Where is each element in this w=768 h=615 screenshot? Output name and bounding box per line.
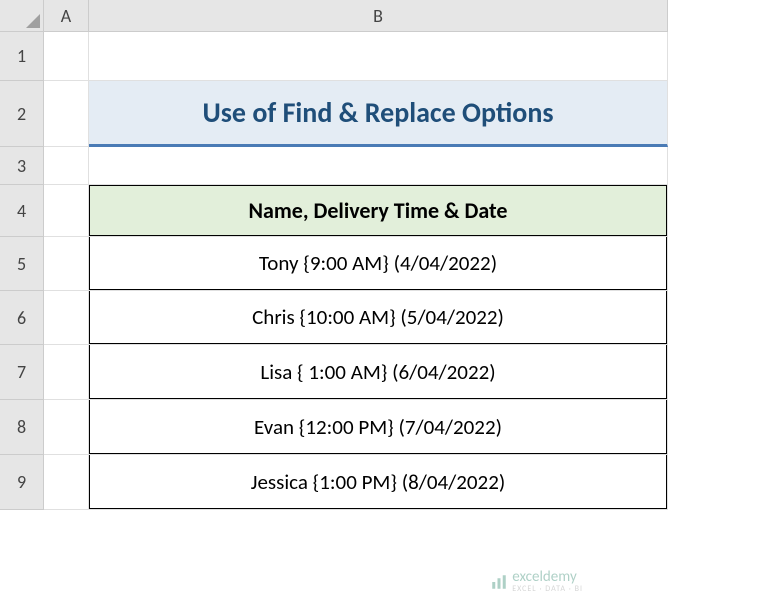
cell-A4[interactable] xyxy=(44,185,89,237)
cell-B7[interactable]: Lisa { 1:00 AM} (6/04/2022) xyxy=(89,345,668,400)
column-header-B[interactable]: B xyxy=(89,0,668,32)
cell-A5[interactable] xyxy=(44,237,89,291)
cell-A3[interactable] xyxy=(44,147,89,185)
cell-B4[interactable]: Name, Delivery Time & Date xyxy=(89,185,668,237)
cell-B2-title[interactable]: Use of Find & Replace Options xyxy=(89,81,668,147)
cell-A1[interactable] xyxy=(44,32,89,81)
cell-B3[interactable] xyxy=(89,147,668,185)
cell-B1[interactable] xyxy=(89,32,668,81)
row-header-6[interactable]: 6 xyxy=(0,291,44,345)
cell-B5[interactable]: Tony {9:00 AM} (4/04/2022) xyxy=(89,237,668,291)
table-row: Jessica {1:00 PM} (8/04/2022) xyxy=(89,455,667,509)
cell-A8[interactable] xyxy=(44,400,89,455)
row-header-2[interactable]: 2 xyxy=(0,81,44,147)
cell-A6[interactable] xyxy=(44,291,89,345)
row-header-9[interactable]: 9 xyxy=(0,455,44,510)
cell-A2[interactable] xyxy=(44,81,89,147)
cell-A7[interactable] xyxy=(44,345,89,400)
row-header-1[interactable]: 1 xyxy=(0,32,44,81)
page-title: Use of Find & Replace Options xyxy=(202,95,553,130)
cell-A9[interactable] xyxy=(44,455,89,510)
cell-B9[interactable]: Jessica {1:00 PM} (8/04/2022) xyxy=(89,455,668,510)
watermark-text-block: exceldemy EXCEL · DATA · BI xyxy=(512,570,583,593)
table-row: Tony {9:00 AM} (4/04/2022) xyxy=(89,237,667,290)
watermark-brand: exceldemy xyxy=(512,570,583,585)
table-row: Chris {10:00 AM} (5/04/2022) xyxy=(89,291,667,344)
watermark-tagline: EXCEL · DATA · BI xyxy=(512,585,583,593)
row-header-7[interactable]: 7 xyxy=(0,345,44,400)
spreadsheet-grid: A B 1 2 Use of Find & Replace Options 3 … xyxy=(0,0,768,510)
row-header-8[interactable]: 8 xyxy=(0,400,44,455)
watermark: exceldemy EXCEL · DATA · BI xyxy=(490,570,583,593)
cell-B8[interactable]: Evan {12:00 PM} (7/04/2022) xyxy=(89,400,668,455)
table-header: Name, Delivery Time & Date xyxy=(89,185,667,236)
cell-B6[interactable]: Chris {10:00 AM} (5/04/2022) xyxy=(89,291,668,345)
column-header-A[interactable]: A xyxy=(44,0,89,32)
chart-icon xyxy=(490,573,508,591)
row-header-5[interactable]: 5 xyxy=(0,237,44,291)
row-header-3[interactable]: 3 xyxy=(0,147,44,185)
table-row: Lisa { 1:00 AM} (6/04/2022) xyxy=(89,345,667,399)
select-all-corner[interactable] xyxy=(0,0,44,32)
row-header-4[interactable]: 4 xyxy=(0,185,44,237)
table-row: Evan {12:00 PM} (7/04/2022) xyxy=(89,400,667,454)
